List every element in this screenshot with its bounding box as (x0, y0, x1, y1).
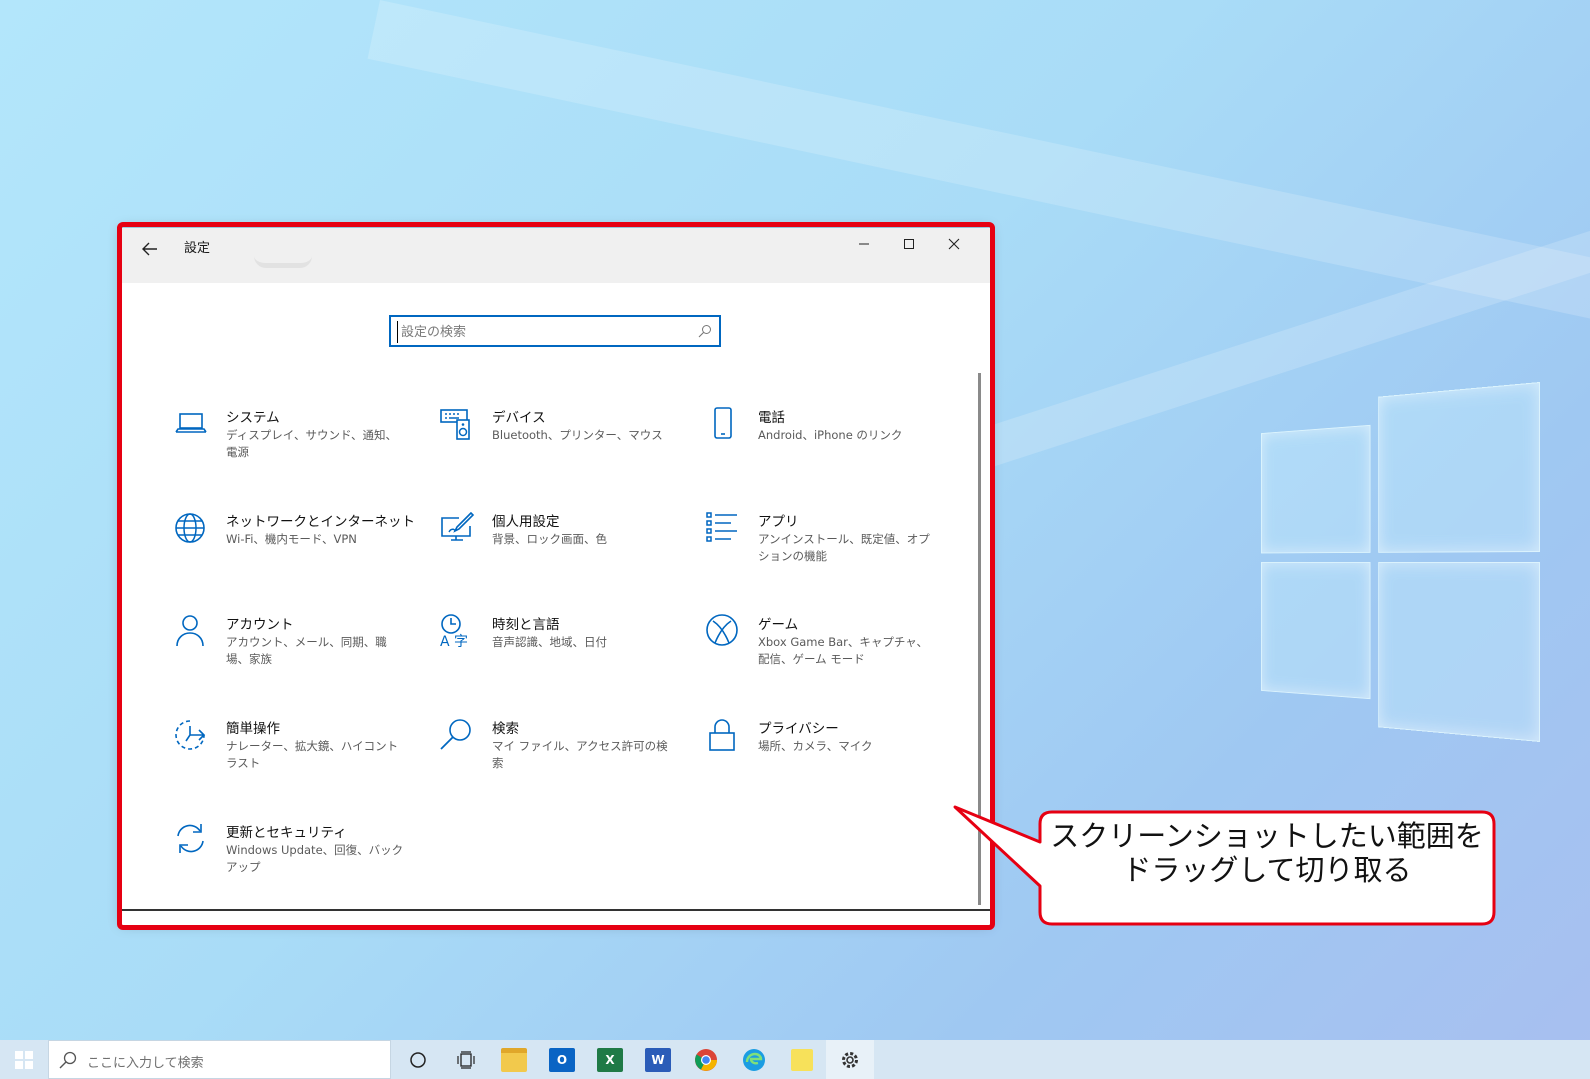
task-view-button[interactable] (442, 1040, 490, 1079)
taskbar: ここに入力して検索 O X W (0, 1040, 1590, 1079)
taskbar-search-icon (59, 1051, 77, 1069)
callout-text: スクリーンショットしたい範囲を ドラッグして切り取る (1040, 819, 1494, 887)
file-explorer-button[interactable] (490, 1040, 538, 1079)
chrome-button[interactable] (682, 1040, 730, 1079)
word-button[interactable]: W (634, 1040, 682, 1079)
sticky-notes-button[interactable] (778, 1040, 826, 1079)
word-icon: W (645, 1048, 671, 1072)
file-explorer-icon (501, 1048, 527, 1072)
settings-taskbar-button[interactable] (826, 1040, 874, 1079)
settings-gear-icon (840, 1050, 860, 1070)
edge-icon (742, 1048, 766, 1072)
cortana-button[interactable] (394, 1040, 442, 1079)
start-button[interactable] (0, 1040, 48, 1079)
chrome-icon (694, 1048, 718, 1072)
sticky-notes-icon (791, 1049, 813, 1071)
task-view-icon (456, 1051, 476, 1069)
taskbar-search-box[interactable]: ここに入力して検索 (48, 1040, 391, 1079)
excel-button[interactable]: X (586, 1040, 634, 1079)
cortana-icon (409, 1051, 427, 1069)
start-icon (15, 1051, 33, 1069)
excel-icon: X (597, 1048, 623, 1072)
outlook-icon: O (549, 1048, 575, 1072)
outlook-button[interactable]: O (538, 1040, 586, 1079)
callout-line-2: ドラッグして切り取る (1040, 853, 1494, 887)
edge-button[interactable] (730, 1040, 778, 1079)
callout-line-1: スクリーンショットしたい範囲を (1040, 819, 1494, 853)
